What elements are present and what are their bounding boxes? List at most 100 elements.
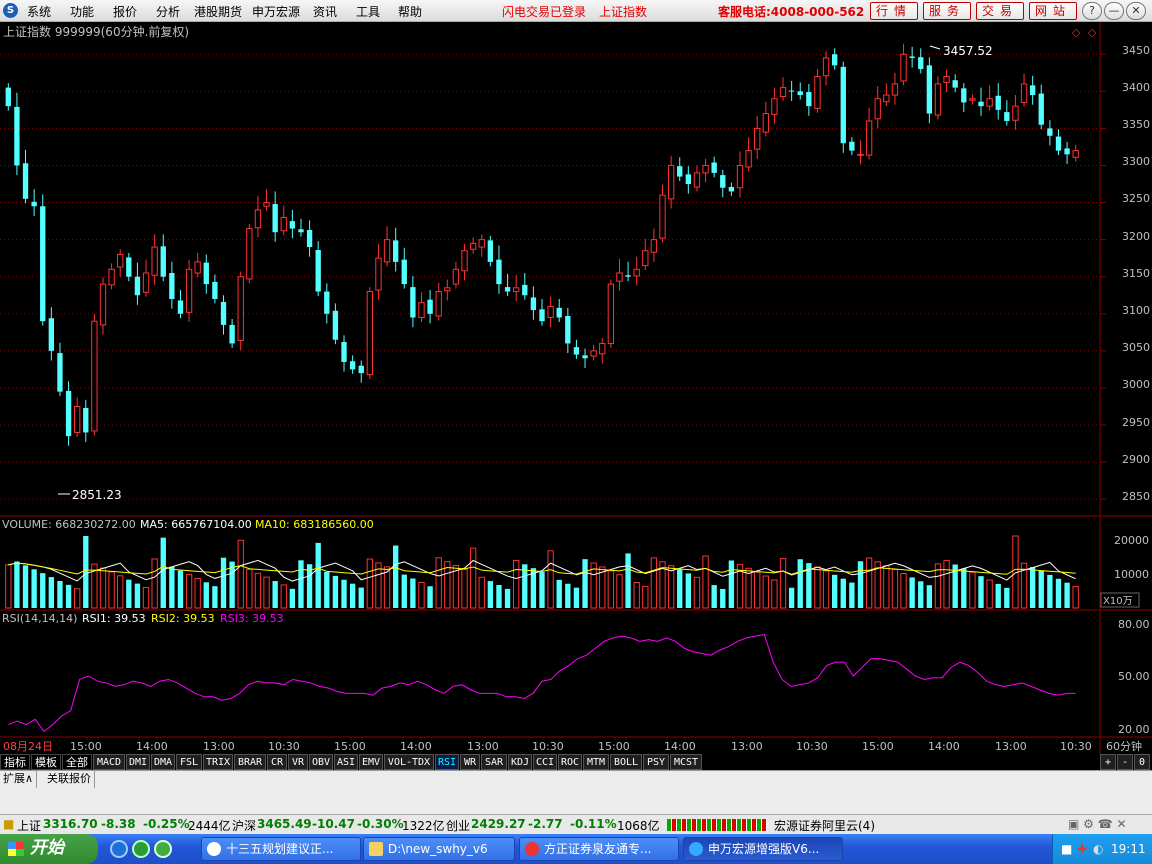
related-quotes-tab[interactable]: 关联报价 [44,771,95,788]
candle-body [134,276,141,296]
help-icon[interactable]: ? [1082,2,1102,20]
menu-function[interactable]: 功能 [70,3,94,20]
candle-body [754,127,761,150]
tab-fsl[interactable]: FSL [176,754,202,770]
menu-system[interactable]: 系统 [27,3,51,20]
current-index[interactable]: 上证指数 [599,3,647,20]
volume-bar [667,565,675,609]
candle-body [263,202,270,207]
ime-icon[interactable]: ■ [1061,842,1072,856]
volume-bar [797,559,803,608]
volume-bar [883,565,890,609]
tab-cr[interactable]: CR [267,754,287,770]
app-logo-icon: S [3,3,18,18]
founder-icon [525,842,539,856]
diamond-icon-2[interactable]: ◇ [1088,26,1097,39]
tab-obv[interactable]: OBV [309,754,333,770]
volume-bar [469,547,477,609]
tab-trix[interactable]: TRIX [203,754,233,770]
tab-asi[interactable]: ASI [334,754,358,770]
tab-wr[interactable]: WR [460,754,480,770]
volume-bar [926,585,933,608]
tab-indicator[interactable]: 指标 [0,754,30,770]
diamond-icon[interactable]: ◇ [1072,26,1081,39]
tab-cci[interactable]: CCI [533,754,557,770]
candle-body [650,239,658,253]
candle-body [160,246,166,277]
tab-mtm[interactable]: MTM [583,754,609,770]
stock-chart[interactable]: 上证指数 999999(60分钟.前复权) ◇ ◇ 3457.52 2851.2… [0,22,1152,770]
menu-tools[interactable]: 工具 [356,3,380,20]
close-icon[interactable]: ✕ [1126,2,1146,20]
candle-body [1072,150,1079,158]
tab-macd[interactable]: MACD [93,754,125,770]
zoom-out-button[interactable]: - [1117,754,1133,770]
reset-button[interactable]: 0 [1134,754,1150,770]
volume-bar [642,585,649,609]
volume-bar [14,561,20,608]
market-button[interactable]: 行情 [870,2,918,20]
volume-bar [995,583,1001,608]
tab-brar[interactable]: BRAR [234,754,266,770]
menu-hk-futures[interactable]: 港股期货 [194,3,242,20]
tab-dma[interactable]: DMA [151,754,175,770]
tab-vol-tdx[interactable]: VOL-TDX [384,754,434,770]
tab-kdj[interactable]: KDJ [508,754,532,770]
tab-rsi[interactable]: RSI [435,754,459,770]
volume-bar [565,583,571,608]
tab-psy[interactable]: PSY [643,754,669,770]
volume-bar [246,568,253,609]
volume-bar [177,570,184,608]
chrome-icon[interactable] [154,840,172,858]
menu-swhy[interactable]: 申万宏源 [252,3,300,20]
volume-bar [418,581,425,609]
candle-body [986,98,993,107]
website-button[interactable]: 网站 [1029,2,1077,20]
info-area [0,788,1152,814]
task-founder[interactable]: 方正证券泉友通专... [519,837,679,861]
menu-quote[interactable]: 报价 [113,3,137,20]
tab-all[interactable]: 全部 [62,754,92,770]
tab-vr[interactable]: VR [288,754,308,770]
candle-body [599,342,606,355]
broker-server[interactable]: 宏源证券阿里云(4) [774,817,875,834]
service-button[interactable]: 服务 [923,2,971,20]
task-shisanwu[interactable]: 十三五规划建议正... [201,837,361,861]
browser-icon[interactable] [132,840,150,858]
tab-dmi[interactable]: DMI [126,754,150,770]
candle-body [57,353,63,392]
candle-body [961,88,967,103]
minimize-icon[interactable]: — [1104,2,1124,20]
trade-button[interactable]: 交易 [976,2,1024,20]
task-folder[interactable]: D:\new_swhy_v6 [363,837,515,861]
task-swhy[interactable]: 申万宏源增强版V6... [683,837,843,861]
svg-text:3350: 3350 [1122,118,1150,131]
menu-analysis[interactable]: 分析 [156,3,180,20]
cy-percent: -0.11% [570,817,617,831]
tab-mcst[interactable]: MCST [670,754,702,770]
tab-emv[interactable]: EMV [359,754,383,770]
zoom-in-button[interactable]: + [1100,754,1116,770]
flag-icon[interactable]: ✚ [1077,842,1087,856]
candle-body [185,268,193,313]
volume-bar [65,584,72,608]
candle-body [926,65,933,114]
candle-body [40,206,46,322]
volume-bar [986,579,993,609]
candle-body [73,405,81,433]
menu-help[interactable]: 帮助 [398,3,422,20]
tab-sar[interactable]: SAR [481,754,507,770]
menu-news[interactable]: 资讯 [313,3,337,20]
network-icon[interactable]: ◐ [1093,842,1103,856]
volume-bar [48,577,55,608]
tab-boll[interactable]: BOLL [610,754,642,770]
start-label: 开始 [30,838,64,858]
tab-roc[interactable]: ROC [558,754,582,770]
start-button[interactable]: 开始 [0,834,98,864]
expand-tab[interactable]: 扩展∧ [0,771,38,788]
tab-template[interactable]: 模板 [31,754,61,770]
svg-text:3400: 3400 [1122,81,1150,94]
ie-icon[interactable] [110,840,128,858]
svg-text:15:00: 15:00 [862,740,894,753]
sh-label: 上证 [17,819,42,833]
